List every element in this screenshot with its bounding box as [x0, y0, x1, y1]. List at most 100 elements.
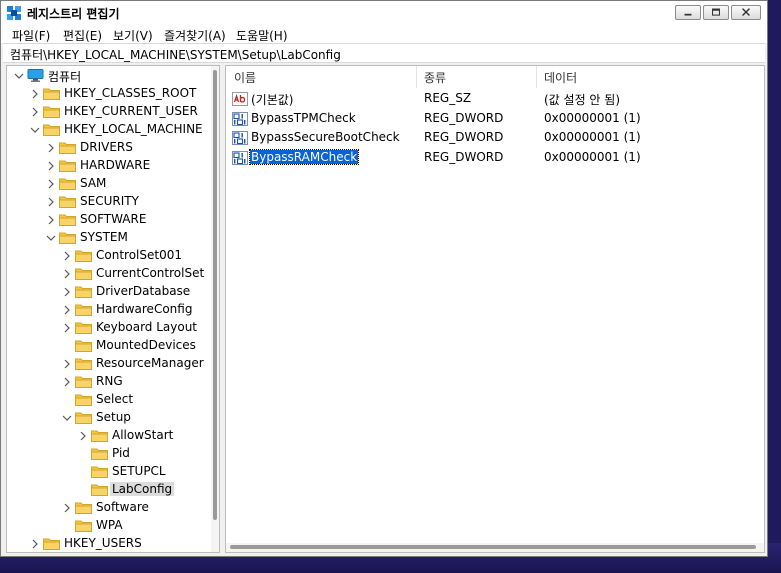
chevron-right-icon[interactable]	[29, 538, 41, 550]
tree-item[interactable]: Keyboard Layout	[7, 319, 207, 337]
tree-item[interactable]: HKEY_USERS	[7, 535, 207, 552]
tree-item[interactable]: DriverDatabase	[7, 283, 207, 301]
value-list[interactable]: 이름 종류 데이터 (기본값) REG_SZ (값 설정 안 됨) BypassTPM…	[225, 65, 765, 553]
tree-item[interactable]: DRIVERS	[7, 139, 207, 157]
chevron-right-icon[interactable]	[45, 196, 57, 208]
tree-item[interactable]: HARDWARE	[7, 157, 207, 175]
chevron-down-icon[interactable]	[13, 70, 25, 82]
chevron-right-icon[interactable]	[61, 502, 73, 514]
tree-item-label[interactable]: DRIVERS	[78, 140, 135, 154]
chevron-right-icon[interactable]	[45, 178, 57, 190]
value-name[interactable]: (기본값)	[250, 91, 294, 108]
tree-item-label[interactable]: SOFTWARE	[78, 212, 148, 226]
tree-item[interactable]: RNG	[7, 373, 207, 391]
tree-item-label[interactable]: Pid	[110, 446, 132, 460]
tree-item-label[interactable]: HKEY_USERS	[62, 536, 144, 550]
title-bar[interactable]: 레지스트리 편집기	[1, 1, 767, 25]
column-header-name[interactable]: 이름	[226, 66, 416, 88]
table-row[interactable]: BypassRAMCheck REG_DWORD 0x00000001 (1)	[226, 148, 764, 167]
tree-item-label[interactable]: HKEY_LOCAL_MACHINE	[62, 122, 205, 136]
chevron-right-icon[interactable]	[61, 250, 73, 262]
chevron-down-icon[interactable]	[29, 124, 41, 136]
tree-scrollbar-thumb[interactable]	[213, 70, 217, 520]
tree-item-label[interactable]: DriverDatabase	[94, 284, 192, 298]
tree-item[interactable]: HardwareConfig	[7, 301, 207, 319]
tree-item-label[interactable]: ControlSet001	[94, 248, 184, 262]
tree-item-label[interactable]: HardwareConfig	[94, 302, 194, 316]
tree-item-label[interactable]: LabConfig	[110, 482, 175, 496]
chevron-right-icon[interactable]	[29, 106, 41, 118]
menu-view[interactable]: 보기(V)	[113, 27, 153, 44]
chevron-right-icon[interactable]	[45, 214, 57, 226]
tree-item-label[interactable]: SAM	[78, 176, 108, 190]
maximize-button[interactable]	[703, 5, 729, 20]
tree-item-label[interactable]: AllowStart	[110, 428, 175, 442]
tree-item-label[interactable]: RNG	[94, 374, 125, 388]
chevron-right-icon[interactable]	[61, 268, 73, 280]
tree-item[interactable]: HKEY_LOCAL_MACHINE	[7, 121, 207, 139]
chevron-right-icon[interactable]	[61, 358, 73, 370]
tree-item-label[interactable]: SECURITY	[78, 194, 141, 208]
chevron-right-icon[interactable]	[61, 286, 73, 298]
chevron-right-icon[interactable]	[77, 430, 89, 442]
tree-item[interactable]: Setup	[7, 409, 207, 427]
tree-item[interactable]: Software	[7, 499, 207, 517]
tree-item[interactable]: SETUPCL	[7, 463, 207, 481]
column-header-data[interactable]: 데이터	[536, 66, 764, 88]
tree-item[interactable]: MountedDevices	[7, 337, 207, 355]
tree-item[interactable]: SAM	[7, 175, 207, 193]
tree-item[interactable]: 컴퓨터	[7, 67, 207, 85]
chevron-right-icon[interactable]	[45, 160, 57, 172]
tree-item[interactable]: ResourceManager	[7, 355, 207, 373]
tree-item[interactable]: LabConfig	[7, 481, 207, 499]
tree-item-label[interactable]: HKEY_CURRENT_USER	[62, 104, 200, 118]
tree-item[interactable]: CurrentControlSet	[7, 265, 207, 283]
value-name[interactable]: BypassTPMCheck	[250, 111, 357, 125]
tree-item[interactable]: SYSTEM	[7, 229, 207, 247]
tree-item-label[interactable]: WPA	[94, 518, 125, 532]
tree-item[interactable]: HKEY_CURRENT_USER	[7, 103, 207, 121]
minimize-button[interactable]	[675, 5, 701, 20]
tree-item-label[interactable]: Setup	[94, 410, 133, 424]
menu-edit[interactable]: 편집(E)	[63, 27, 102, 44]
menu-favorites[interactable]: 즐겨찾기(A)	[164, 27, 226, 44]
value-name[interactable]: BypassSecureBootCheck	[250, 130, 401, 144]
list-horizontal-scrollbar[interactable]	[226, 543, 764, 552]
registry-tree[interactable]: 컴퓨터 HKEY_CLASSES_ROOT HKEY_CURRENT_USER HKE…	[6, 65, 220, 553]
table-row[interactable]: BypassSecureBootCheck REG_DWORD 0x00000001…	[226, 129, 764, 147]
tree-scrollbar[interactable]	[211, 66, 219, 552]
address-bar[interactable]: 컴퓨터\HKEY_LOCAL_MACHINE\SYSTEM\Setup\LabC…	[3, 43, 765, 63]
tree-item-label[interactable]: 컴퓨터	[46, 68, 83, 85]
tree-item-label[interactable]: Software	[94, 500, 151, 514]
chevron-right-icon[interactable]	[61, 304, 73, 316]
tree-item[interactable]: ControlSet001	[7, 247, 207, 265]
tree-item-label[interactable]: Select	[94, 392, 135, 406]
list-scrollbar-thumb[interactable]	[230, 545, 756, 549]
chevron-down-icon[interactable]	[45, 232, 57, 244]
menu-file[interactable]: 파일(F)	[12, 27, 50, 44]
chevron-right-icon[interactable]	[61, 376, 73, 388]
tree-item[interactable]: Pid	[7, 445, 207, 463]
tree-item-label[interactable]: SYSTEM	[78, 230, 130, 244]
chevron-right-icon[interactable]	[45, 142, 57, 154]
tree-item[interactable]: WPA	[7, 517, 207, 535]
tree-item[interactable]: SECURITY	[7, 193, 207, 211]
table-row[interactable]: BypassTPMCheck REG_DWORD 0x00000001 (1)	[226, 110, 764, 128]
tree-item-label[interactable]: CurrentControlSet	[94, 266, 206, 280]
tree-item-label[interactable]: SETUPCL	[110, 464, 168, 478]
chevron-down-icon[interactable]	[61, 412, 73, 424]
tree-item-label[interactable]: Keyboard Layout	[94, 320, 199, 334]
chevron-right-icon[interactable]	[61, 322, 73, 334]
value-name[interactable]: BypassRAMCheck	[248, 148, 360, 165]
chevron-right-icon[interactable]	[29, 88, 41, 100]
tree-item-label[interactable]: HKEY_CLASSES_ROOT	[62, 86, 198, 100]
tree-item[interactable]: AllowStart	[7, 427, 207, 445]
address-path[interactable]: 컴퓨터\HKEY_LOCAL_MACHINE\SYSTEM\Setup\LabC…	[10, 46, 341, 63]
close-button[interactable]	[731, 5, 761, 20]
tree-item-label[interactable]: ResourceManager	[94, 356, 206, 370]
tree-item-label[interactable]: HARDWARE	[78, 158, 152, 172]
column-header-type[interactable]: 종류	[416, 66, 536, 88]
tree-item[interactable]: HKEY_CLASSES_ROOT	[7, 85, 207, 103]
tree-item[interactable]: Select	[7, 391, 207, 409]
tree-item-label[interactable]: MountedDevices	[94, 338, 198, 352]
